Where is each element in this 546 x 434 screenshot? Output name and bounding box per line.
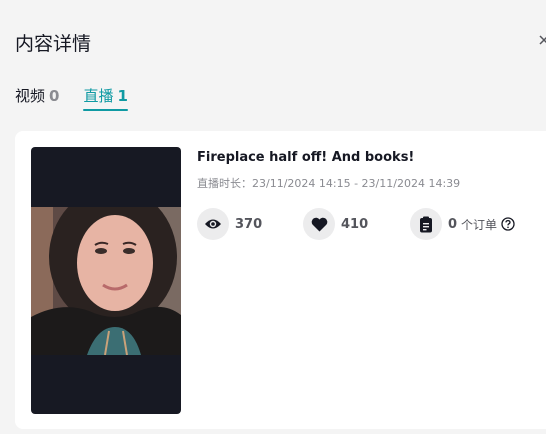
tab-live-count: 1 — [117, 87, 128, 105]
live-stream-card: Fireplace half off! And books! 直播时长：23/1… — [15, 131, 546, 429]
live-thumbnail[interactable] — [31, 147, 181, 414]
tab-videos[interactable]: 视频 0 — [15, 86, 59, 111]
tab-live[interactable]: 直播 1 — [83, 86, 129, 111]
clipboard-icon — [410, 208, 442, 240]
orders-count: 0 — [448, 216, 458, 232]
question-circle-icon[interactable] — [501, 217, 515, 231]
likes-count: 410 — [341, 216, 369, 232]
live-title[interactable]: Fireplace half off! And books! — [197, 149, 414, 167]
live-duration: 直播时长：23/11/2024 14:15 - 23/11/2024 14:39 — [197, 177, 461, 190]
close-icon[interactable] — [536, 32, 546, 50]
likes-stat: 410 — [303, 208, 368, 240]
views-count: 370 — [235, 216, 263, 232]
heart-icon — [303, 208, 335, 240]
tab-live-label: 直播 — [83, 87, 114, 105]
content-tabs: 视频 0 直播 1 — [15, 86, 152, 111]
tab-videos-label: 视频 — [15, 87, 46, 105]
orders-label: 个订单 — [461, 217, 498, 232]
eye-icon — [197, 208, 229, 240]
host-photo — [31, 207, 181, 355]
page-title: 内容详情 — [15, 33, 92, 55]
orders-stat: 0 个订单 — [410, 208, 515, 240]
views-stat: 370 — [197, 208, 262, 240]
tab-videos-count: 0 — [49, 87, 60, 105]
